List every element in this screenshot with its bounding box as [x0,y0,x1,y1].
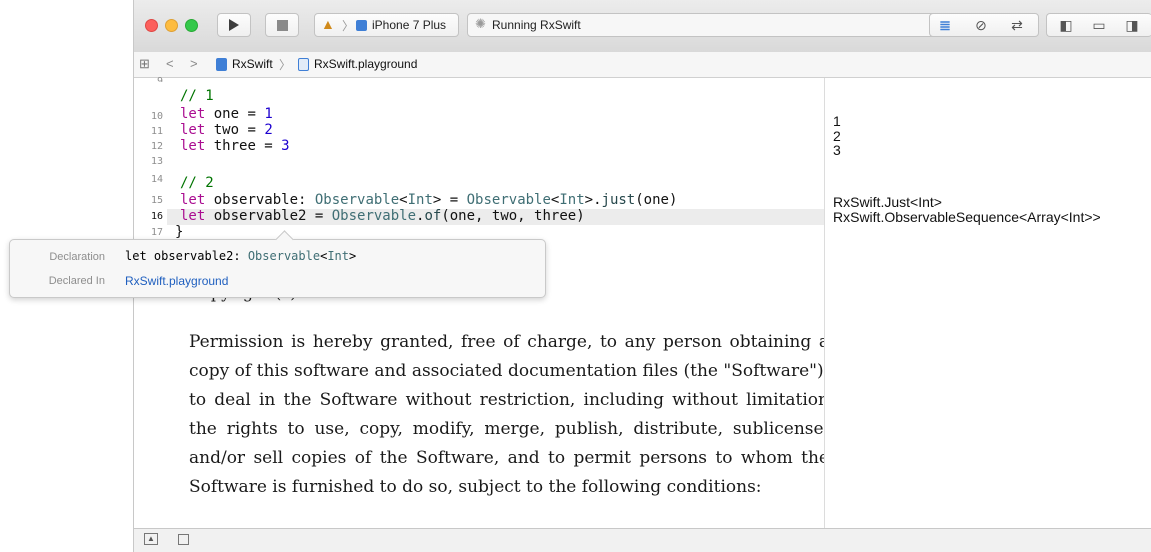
scheme-selector[interactable]: ▲ 〉 iPhone 7 Plus [314,13,459,37]
closing-brace: } [175,224,184,240]
line-number: 17 [150,227,163,238]
result-value[interactable]: RxSwift.ObservableSequence<Array<Int>> [833,209,1101,225]
identifier: observable: [205,192,315,208]
source-editor[interactable]: 9 10 11 12 13 14 15 16 17 // 1 let one =… [134,76,829,528]
arguments: (one, two, three) [441,208,585,224]
code-line-10: let one = 1 [180,106,273,122]
breadcrumb-separator-icon: 〉 [279,58,292,72]
punctuation: >. [584,192,602,208]
status-text: Running RxSwift [492,18,581,32]
zoom-window-button[interactable] [185,19,198,32]
playground-file-icon [298,58,309,71]
results-sidebar: 1 2 3 RxSwift.Just<Int> RxSwift.Observab… [824,78,1151,528]
type-name: Observable [331,208,417,224]
activity-status: ✺ Running RxSwift [467,13,957,37]
declaration-prefix: let observable2: [125,249,248,263]
comment: // 1 [180,88,214,104]
standard-editor-icon[interactable]: ≣ [930,14,960,36]
comment: // 2 [180,175,214,191]
stop-icon [277,20,288,31]
close-window-button[interactable] [145,19,158,32]
identifier: two = [205,122,265,138]
jump-bar: ⊞ < > RxSwift 〉 RxSwift.playground [134,52,1151,78]
type-name: Int [559,192,585,208]
line-number: 11 [150,126,163,137]
breadcrumb-project[interactable]: RxSwift [232,57,273,71]
quick-help-popover: Declaration let observable2: Observable<… [9,230,546,298]
device-icon [356,20,367,31]
line-number: 12 [150,141,163,152]
number-literal: 3 [281,138,290,154]
keyword: let [180,208,206,224]
code-line-11: let two = 2 [180,122,273,138]
utilities-toggle-icon[interactable]: ◨ [1117,14,1147,36]
breadcrumb-file[interactable]: RxSwift.playground [314,57,417,71]
play-icon [229,19,239,31]
type-name: Observable [314,192,400,208]
arguments: (one) [635,192,678,208]
function-name: just [601,192,636,208]
line-number: 16 [150,211,163,222]
bottom-bar: ▲ [134,528,1151,552]
version-editor-icon[interactable]: ⇄ [1002,14,1032,36]
declaration-type-link[interactable]: Observable [248,249,320,263]
navigator-toggle-icon[interactable]: ◧ [1051,14,1081,36]
number-literal: 2 [264,122,273,138]
line-number: 10 [150,111,163,122]
code-line-14: // 2 [180,175,214,191]
code-line-12: let three = 3 [180,138,290,154]
debug-area-toggle-icon[interactable]: ▭ [1084,14,1114,36]
declared-in-link[interactable]: RxSwift.playground [125,274,228,288]
result-value[interactable]: 3 [833,142,841,158]
line-number: 9 [156,76,163,82]
code-line-16: let observable2 = Observable.of(one, two… [180,208,585,224]
device-name: iPhone 7 Plus [372,18,447,32]
line-number: 13 [150,156,163,167]
toolbar: ▲ 〉 iPhone 7 Plus ✺ Running RxSwift ≣ ⊘ … [134,0,1151,53]
minimize-window-button[interactable] [165,19,178,32]
declaration-label: Declaration [49,251,105,263]
identifier: one = [205,106,265,122]
run-button[interactable] [217,13,251,37]
type-name: Observable [466,192,551,208]
keyword: let [180,138,206,154]
line-number: 14 [150,174,163,185]
chevron-right-icon: 〉 [342,19,355,33]
number-literal: 1 [264,106,273,122]
view-toggle-control: ◧ ▭ ◨ [1046,13,1151,37]
code-line-15: let observable: Observable<Int> = Observ… [180,192,677,208]
declaration-int-link[interactable]: Int [327,249,349,263]
result-value[interactable]: 1 [833,113,841,129]
editor-mode-control: ≣ ⊘ ⇄ [929,13,1039,37]
declaration-value: let observable2: Observable<Int> [125,249,356,263]
punctuation: > [349,249,357,263]
identifier: three = [205,138,282,154]
stop-playground-icon[interactable] [178,534,189,545]
forward-icon[interactable]: > [190,56,198,71]
keyword: let [180,106,206,122]
back-icon[interactable]: < [166,56,174,71]
spinner-icon: ✺ [475,16,486,31]
punctuation: > = [432,192,467,208]
code-line-9: // 1 [180,88,214,104]
show-debug-area-icon[interactable]: ▲ [144,533,158,545]
project-icon [216,58,227,71]
app-scheme-icon: ▲ [321,16,335,32]
function-name: of [424,208,442,224]
license-text: Permission is hereby granted, free of ch… [189,332,829,497]
keyword: let [180,122,206,138]
related-items-icon[interactable]: ⊞ [139,56,150,72]
identifier: observable2 = [205,208,332,224]
code-line-17: } [175,224,183,240]
punctuation: < [399,192,408,208]
assistant-editor-icon[interactable]: ⊘ [966,14,996,36]
keyword: let [180,192,206,208]
stop-button[interactable] [265,13,299,37]
result-value[interactable]: RxSwift.Just<Int> [833,194,942,210]
type-name: Int [407,192,433,208]
declared-in-label: Declared In [48,275,105,287]
line-number-gutter: 9 10 11 12 13 14 15 16 17 [134,76,167,528]
line-number: 15 [150,195,163,206]
